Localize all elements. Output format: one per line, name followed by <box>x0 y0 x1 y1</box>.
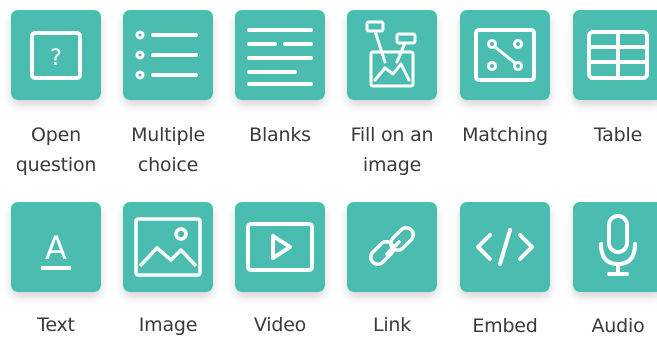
open-question-label: Open question <box>0 120 115 180</box>
matching-button[interactable] <box>460 10 550 100</box>
link-label: Link <box>333 310 451 340</box>
open-question-button[interactable]: ? <box>11 10 101 100</box>
audio-label: Audio <box>559 311 657 341</box>
svg-text:?: ? <box>50 46 62 71</box>
video-label: Video <box>221 310 339 340</box>
image-labels-icon <box>347 10 437 100</box>
label-line: Fill on an <box>350 124 434 146</box>
image-icon <box>123 202 213 292</box>
blanks-button[interactable] <box>235 10 325 100</box>
label-line: Audio <box>591 315 645 337</box>
video-play-icon <box>235 202 325 292</box>
microphone-icon <box>573 202 657 292</box>
blanks-label: Blanks <box>221 120 339 150</box>
text-button[interactable]: A <box>11 202 101 292</box>
multiple-choice-label: Multiple choice <box>109 120 227 180</box>
table-grid-icon <box>573 10 657 100</box>
label-line: Video <box>253 314 307 336</box>
label-line: Table <box>593 124 643 146</box>
label-line: Embed <box>472 315 538 337</box>
label-line: Text <box>37 314 75 336</box>
label-line: Open <box>31 124 81 146</box>
image-button[interactable] <box>123 202 213 292</box>
svg-text:A: A <box>45 229 67 267</box>
label-line: question <box>15 154 97 176</box>
fill-on-image-button[interactable] <box>347 10 437 100</box>
bulleted-list-icon <box>123 10 213 100</box>
video-button[interactable] <box>235 202 325 292</box>
chain-link-icon <box>347 202 437 292</box>
matching-label: Matching <box>446 120 564 150</box>
embed-button[interactable] <box>460 202 550 292</box>
table-button[interactable] <box>573 10 657 100</box>
label-line: choice <box>137 154 199 176</box>
matching-dots-icon <box>460 10 550 100</box>
label-line: Image <box>138 314 198 336</box>
label-line: Matching <box>462 124 548 146</box>
question-box-icon: ? <box>11 10 101 100</box>
image-label: Image <box>109 310 227 340</box>
blank-lines-icon <box>235 10 325 100</box>
text-label: Text <box>0 310 115 340</box>
multiple-choice-button[interactable] <box>123 10 213 100</box>
table-label: Table <box>559 120 657 150</box>
audio-button[interactable] <box>573 202 657 292</box>
fill-on-image-label: Fill on an image <box>333 120 451 180</box>
label-line: image <box>362 154 422 176</box>
code-brackets-icon <box>460 202 550 292</box>
label-line: Blanks <box>249 124 311 146</box>
label-line: Link <box>372 314 412 336</box>
text-letter-icon: A <box>11 202 101 292</box>
embed-label: Embed <box>446 311 564 341</box>
label-line: Multiple <box>131 124 205 146</box>
link-button[interactable] <box>347 202 437 292</box>
